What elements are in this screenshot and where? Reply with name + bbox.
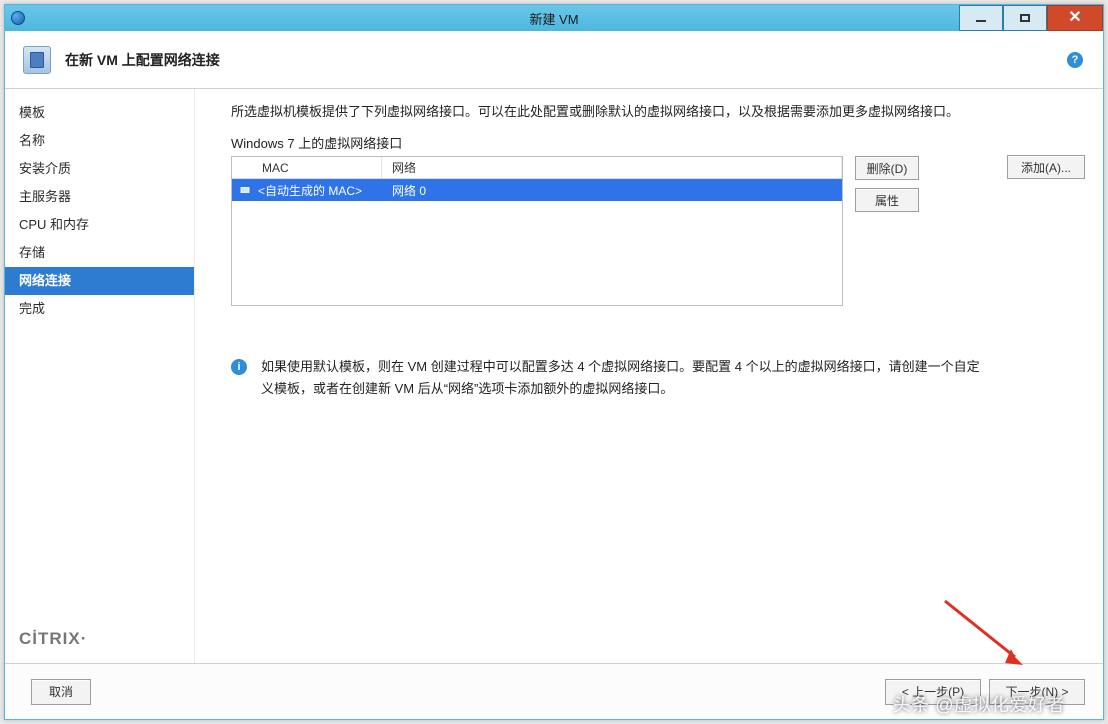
- nic-icon: [236, 184, 254, 196]
- column-mac[interactable]: MAC: [232, 157, 382, 178]
- wizard-header: 在新 VM 上配置网络连接 ?: [5, 31, 1103, 89]
- wizard-footer: 取消 < 上一步(P) 下一步(N) >: [5, 663, 1103, 719]
- cell-network: 网络 0: [382, 182, 842, 199]
- info-text: 如果使用默认模板，则在 VM 创建过程中可以配置多达 4 个虚拟网络接口。要配置…: [261, 356, 991, 400]
- nic-list-subhead: Windows 7 上的虚拟网络接口: [231, 133, 1083, 152]
- sidebar-item-install-media[interactable]: 安装介质: [5, 155, 194, 183]
- minimize-button[interactable]: [959, 5, 1003, 31]
- maximize-icon: [1020, 14, 1030, 22]
- add-button[interactable]: 添加(A)...: [1007, 155, 1085, 179]
- sidebar-item-home-server[interactable]: 主服务器: [5, 183, 194, 211]
- previous-button[interactable]: < 上一步(P): [885, 679, 981, 705]
- column-network[interactable]: 网络: [382, 157, 842, 178]
- app-icon: [11, 11, 25, 25]
- properties-button[interactable]: 属性: [855, 188, 919, 212]
- brand-logo: CİTRIX: [5, 621, 194, 663]
- sidebar-item-storage[interactable]: 存储: [5, 239, 194, 267]
- wizard-title: 在新 VM 上配置网络连接: [65, 50, 220, 70]
- close-button[interactable]: ✕: [1047, 5, 1103, 31]
- close-icon: ✕: [1068, 10, 1081, 26]
- wizard-steps-sidebar: 模板 名称 安装介质 主服务器 CPU 和内存 存储 网络连接 完成 CİTRI…: [5, 89, 195, 663]
- network-wizard-icon: [23, 46, 51, 74]
- info-icon: i: [231, 359, 247, 375]
- nic-table-header: MAC 网络: [232, 157, 842, 179]
- maximize-button[interactable]: [1003, 5, 1047, 31]
- help-button[interactable]: ?: [1067, 52, 1083, 68]
- window-titlebar: 新建 VM ✕: [5, 5, 1103, 31]
- nic-table[interactable]: MAC 网络 <自动生成的 MAC> 网络 0: [231, 156, 843, 306]
- next-button[interactable]: 下一步(N) >: [989, 679, 1085, 705]
- cancel-button[interactable]: 取消: [31, 679, 91, 705]
- sidebar-item-finish[interactable]: 完成: [5, 295, 194, 323]
- info-panel: i 如果使用默认模板，则在 VM 创建过程中可以配置多达 4 个虚拟网络接口。要…: [231, 356, 991, 400]
- description-text: 所选虚拟机模板提供了下列虚拟网络接口。可以在此处配置或删除默认的虚拟网络接口，以…: [231, 101, 991, 123]
- sidebar-item-name[interactable]: 名称: [5, 127, 194, 155]
- minimize-icon: [976, 20, 986, 22]
- sidebar-item-cpu-memory[interactable]: CPU 和内存: [5, 211, 194, 239]
- delete-button[interactable]: 删除(D): [855, 156, 919, 180]
- window-title: 新建 VM: [529, 9, 578, 28]
- sidebar-item-template[interactable]: 模板: [5, 99, 194, 127]
- sidebar-item-networking[interactable]: 网络连接: [5, 267, 194, 295]
- table-row[interactable]: <自动生成的 MAC> 网络 0: [232, 179, 842, 201]
- cell-mac: <自动生成的 MAC>: [254, 182, 382, 199]
